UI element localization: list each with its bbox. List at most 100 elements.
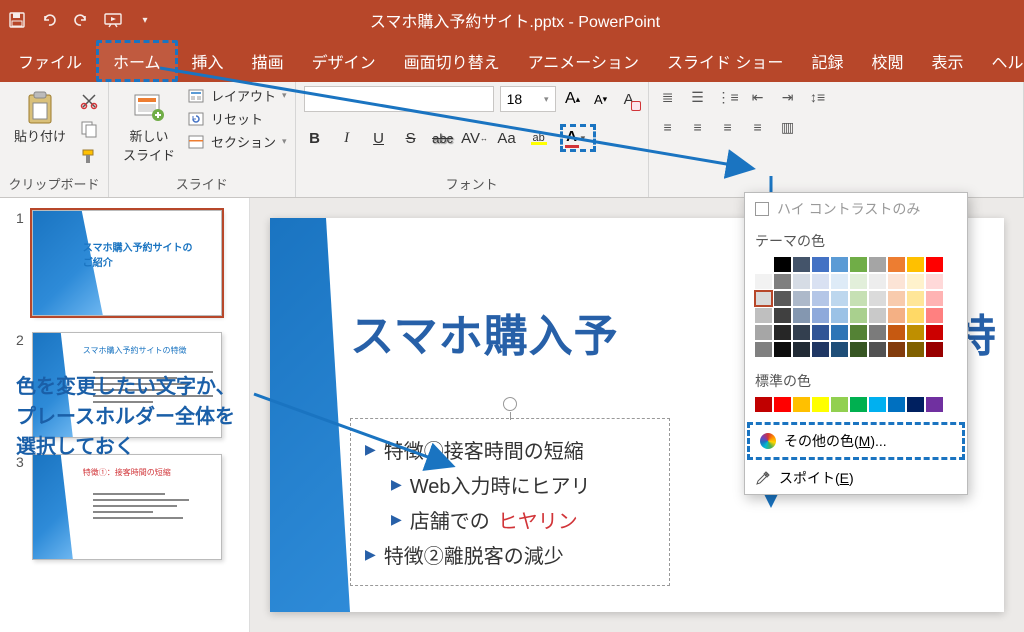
color-swatch[interactable]: [831, 325, 848, 340]
color-swatch[interactable]: [793, 308, 810, 323]
color-swatch[interactable]: [831, 274, 848, 289]
color-swatch[interactable]: [812, 291, 829, 306]
eyedropper-option[interactable]: スポイト(E): [745, 462, 967, 494]
color-swatch[interactable]: [831, 342, 848, 357]
cut-icon[interactable]: [78, 90, 100, 112]
color-swatch[interactable]: [850, 291, 867, 306]
color-swatch[interactable]: [850, 325, 867, 340]
color-swatch[interactable]: [926, 308, 943, 323]
color-swatch[interactable]: [907, 308, 924, 323]
title-bar: ▾ スマホ購入予約サイト.pptx - PowerPoint: [0, 0, 1024, 40]
redo-icon[interactable]: [72, 11, 90, 29]
color-swatch[interactable]: [926, 274, 943, 289]
color-swatch[interactable]: [774, 291, 791, 306]
tab-file[interactable]: ファイル: [4, 40, 96, 82]
color-swatch[interactable]: [812, 308, 829, 323]
color-swatch[interactable]: [850, 274, 867, 289]
color-swatch[interactable]: [926, 342, 943, 357]
color-swatch[interactable]: [755, 342, 772, 357]
color-swatch[interactable]: [869, 397, 886, 412]
color-swatch[interactable]: [907, 274, 924, 289]
color-swatch[interactable]: [869, 291, 886, 306]
color-swatch[interactable]: [926, 397, 943, 412]
color-swatch[interactable]: [812, 397, 829, 412]
color-swatch[interactable]: [755, 291, 772, 306]
callout-text: 色を変更したい文字か、 プレースホルダー全体を 選択しておく: [16, 372, 236, 462]
color-swatch[interactable]: [869, 342, 886, 357]
qat-more-icon[interactable]: ▾: [136, 11, 154, 29]
color-swatch[interactable]: [831, 291, 848, 306]
line-spacing-icon[interactable]: ↕≡: [807, 86, 829, 108]
tab-review[interactable]: 校閲: [857, 40, 917, 82]
columns-icon[interactable]: ▥: [777, 116, 799, 138]
color-swatch[interactable]: [907, 342, 924, 357]
color-swatch[interactable]: [888, 308, 905, 323]
color-swatch[interactable]: [812, 342, 829, 357]
color-swatch[interactable]: [755, 308, 772, 323]
color-swatch[interactable]: [888, 257, 905, 272]
color-swatch[interactable]: [774, 274, 791, 289]
color-swatch[interactable]: [926, 325, 943, 340]
thumbnail-1[interactable]: 1 スマホ購入予約サイトの ご紹介: [16, 210, 233, 316]
more-colors-option[interactable]: その他の色(M)...: [747, 422, 965, 460]
color-swatch[interactable]: [793, 291, 810, 306]
checkbox-icon: [755, 202, 769, 216]
slideshow-start-icon[interactable]: [104, 11, 122, 29]
undo-icon[interactable]: [40, 11, 58, 29]
color-swatch[interactable]: [888, 342, 905, 357]
color-swatch[interactable]: [869, 257, 886, 272]
color-swatch[interactable]: [831, 397, 848, 412]
color-swatch[interactable]: [888, 397, 905, 412]
color-swatch[interactable]: [831, 308, 848, 323]
high-contrast-option[interactable]: ハイ コントラストのみ: [745, 193, 967, 225]
format-painter-icon[interactable]: [78, 146, 100, 168]
paste-button[interactable]: 貼り付け: [8, 86, 72, 149]
color-swatch[interactable]: [812, 325, 829, 340]
color-swatch[interactable]: [793, 342, 810, 357]
increase-indent-icon[interactable]: ⇥: [777, 86, 799, 108]
color-swatch[interactable]: [907, 325, 924, 340]
color-swatch[interactable]: [831, 257, 848, 272]
color-swatch[interactable]: [774, 397, 791, 412]
color-swatch[interactable]: [869, 308, 886, 323]
color-swatch[interactable]: [793, 257, 810, 272]
color-swatch[interactable]: [755, 257, 772, 272]
rotate-handle-icon[interactable]: [503, 397, 517, 411]
thumbnail-3[interactable]: 3 特徴①：接客時間の短縮: [16, 454, 233, 560]
color-swatch[interactable]: [793, 274, 810, 289]
color-swatch[interactable]: [812, 257, 829, 272]
tab-record[interactable]: 記録: [797, 40, 857, 82]
color-swatch[interactable]: [888, 325, 905, 340]
color-swatch[interactable]: [888, 291, 905, 306]
color-swatch[interactable]: [907, 257, 924, 272]
color-swatch[interactable]: [850, 397, 867, 412]
theme-colors-label: テーマの色: [745, 225, 967, 253]
color-swatch[interactable]: [907, 291, 924, 306]
color-swatch[interactable]: [812, 274, 829, 289]
copy-icon[interactable]: [78, 118, 100, 140]
color-swatch[interactable]: [926, 291, 943, 306]
tab-help[interactable]: ヘルプ: [977, 40, 1024, 82]
color-swatch[interactable]: [755, 397, 772, 412]
save-icon[interactable]: [8, 11, 26, 29]
color-swatch[interactable]: [926, 257, 943, 272]
color-swatch[interactable]: [774, 342, 791, 357]
tab-view[interactable]: 表示: [917, 40, 977, 82]
quick-access-toolbar: ▾: [8, 11, 154, 29]
color-swatch[interactable]: [888, 274, 905, 289]
color-swatch[interactable]: [850, 342, 867, 357]
color-swatch[interactable]: [755, 274, 772, 289]
color-swatch[interactable]: [793, 325, 810, 340]
color-swatch[interactable]: [774, 257, 791, 272]
color-swatch[interactable]: [793, 397, 810, 412]
color-swatch[interactable]: [869, 325, 886, 340]
color-swatch[interactable]: [907, 397, 924, 412]
color-swatch[interactable]: [774, 325, 791, 340]
window-title: スマホ購入予約サイト.pptx - PowerPoint: [154, 8, 876, 32]
group-clipboard: 貼り付け クリップボード: [0, 82, 109, 197]
color-swatch[interactable]: [869, 274, 886, 289]
color-swatch[interactable]: [850, 308, 867, 323]
color-swatch[interactable]: [755, 325, 772, 340]
color-swatch[interactable]: [850, 257, 867, 272]
color-swatch[interactable]: [774, 308, 791, 323]
